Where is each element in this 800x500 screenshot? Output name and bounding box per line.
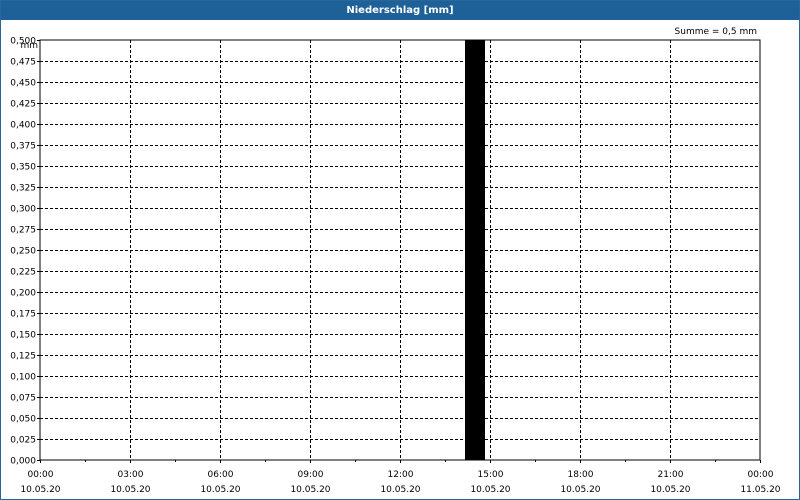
x-tick-time-label: 03:00 bbox=[118, 470, 144, 480]
grid-lines bbox=[40, 40, 760, 460]
y-tick-label: 0,025 bbox=[10, 436, 36, 446]
x-tick-date-label: 10.05.20 bbox=[200, 485, 240, 495]
y-tick-label: 0,300 bbox=[10, 205, 36, 215]
y-tick-label: 0,100 bbox=[10, 373, 36, 383]
x-tick-date-label: 10.05.20 bbox=[560, 485, 600, 495]
x-tick-time-label: 00:00 bbox=[28, 470, 54, 480]
x-tick-date-label: 10.05.20 bbox=[650, 485, 690, 495]
y-tick-label: 0,225 bbox=[10, 268, 36, 278]
x-tick-date-label: 10.05.20 bbox=[290, 485, 330, 495]
y-tick-label: 0,200 bbox=[10, 289, 36, 299]
y-tick-label: 0,375 bbox=[10, 142, 36, 152]
y-tick-label: 0,250 bbox=[10, 247, 36, 257]
y-tick-label: 0,275 bbox=[10, 226, 36, 236]
sum-annotation: Summe = 0,5 mm bbox=[675, 27, 757, 37]
x-tick-date-label: 11.05.20 bbox=[740, 485, 780, 495]
y-axis-unit-label: mm bbox=[20, 41, 38, 51]
x-tick-time-label: 18:00 bbox=[568, 470, 594, 480]
y-tick-label: 0,400 bbox=[10, 121, 36, 131]
axes: 0,000 0,025 0,050 0,075 0,100 0,125 0,150 0,175… bbox=[10, 37, 781, 496]
y-tick-label: 0,325 bbox=[10, 184, 36, 194]
y-tick-label: 0,450 bbox=[10, 79, 36, 89]
x-tick-time-label: 09:00 bbox=[298, 470, 324, 480]
x-tick-time-label: 21:00 bbox=[658, 470, 684, 480]
y-tick-label: 0,350 bbox=[10, 163, 36, 173]
x-tick-date-label: 10.05.20 bbox=[470, 485, 510, 495]
x-tick-date-label: 10.05.20 bbox=[380, 485, 420, 495]
y-tick-label: 0,150 bbox=[10, 331, 36, 341]
x-tick-time-label: 00:00 bbox=[748, 470, 774, 480]
y-tick-label: 0,125 bbox=[10, 352, 36, 362]
y-tick-label: 0,075 bbox=[10, 394, 36, 404]
y-tick-label: 0,175 bbox=[10, 310, 36, 320]
x-tick-time-label: 06:00 bbox=[208, 470, 234, 480]
x-tick-time-label: 12:00 bbox=[388, 470, 414, 480]
y-tick-label: 0,475 bbox=[10, 58, 36, 68]
x-tick-date-label: 10.05.20 bbox=[20, 485, 60, 495]
bar-series bbox=[465, 40, 485, 460]
x-tick-date-label: 10.05.20 bbox=[110, 485, 150, 495]
y-tick-label: 0,000 bbox=[10, 457, 36, 467]
x-tick-time-label: 15:00 bbox=[478, 470, 504, 480]
y-tick-label: 0,050 bbox=[10, 415, 36, 425]
precipitation-chart: 0,000 0,025 0,050 0,075 0,100 0,125 0,150 0,175… bbox=[10, 27, 781, 496]
y-tick-label: 0,425 bbox=[10, 100, 36, 110]
precipitation-bar bbox=[465, 40, 485, 460]
